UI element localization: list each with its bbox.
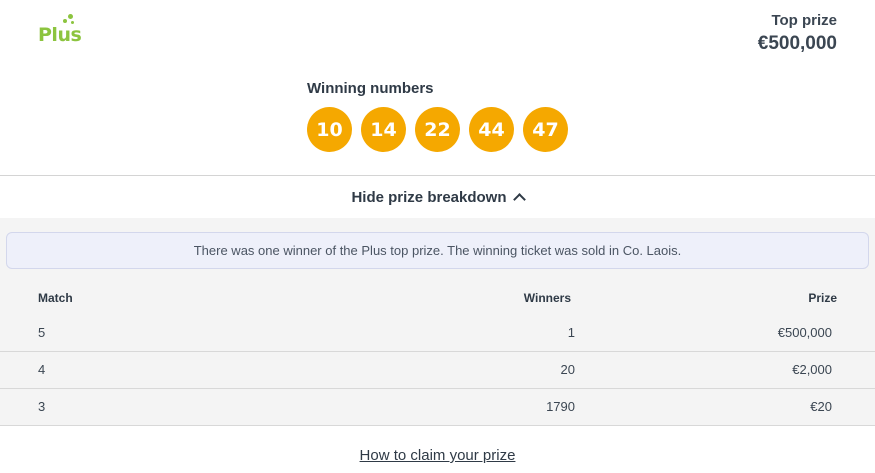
match-cell: 5 bbox=[38, 325, 46, 340]
chevron-up-icon bbox=[512, 193, 526, 206]
column-header-prize: Prize bbox=[808, 291, 837, 305]
match-cell: 4 bbox=[38, 362, 46, 377]
logo-dot bbox=[63, 19, 67, 23]
logo-dot bbox=[68, 14, 73, 19]
winners-cell: 1790 bbox=[546, 399, 575, 414]
prize-cell: €500,000 bbox=[777, 325, 832, 340]
table-row: 3 1790 €20 bbox=[0, 389, 875, 426]
plus-logo: Plus bbox=[38, 14, 86, 46]
number-ball: 14 bbox=[361, 107, 406, 152]
column-header-match: Match bbox=[38, 291, 73, 305]
top-prize-value: €500,000 bbox=[757, 33, 837, 54]
hide-prize-breakdown-button[interactable]: Hide prize breakdown bbox=[0, 176, 875, 218]
table-row: 4 20 €2,000 bbox=[0, 352, 875, 389]
winning-numbers-label: Winning numbers bbox=[307, 80, 434, 97]
row-divider bbox=[0, 425, 875, 426]
prize-cell: €2,000 bbox=[792, 362, 832, 377]
number-ball: 44 bbox=[469, 107, 514, 152]
number-ball: 47 bbox=[523, 107, 568, 152]
match-cell: 3 bbox=[38, 399, 46, 414]
logo-text: Plus bbox=[38, 24, 82, 46]
prize-cell: €20 bbox=[810, 399, 832, 414]
winner-notice: There was one winner of the Plus top pri… bbox=[6, 232, 869, 269]
prize-breakdown-panel: There was one winner of the Plus top pri… bbox=[0, 218, 875, 425]
winners-cell: 20 bbox=[560, 362, 575, 377]
number-ball: 10 bbox=[307, 107, 352, 152]
top-prize: Top prize €500,000 bbox=[758, 12, 837, 55]
table-row: 5 1 €500,000 bbox=[0, 315, 875, 352]
column-header-winners: Winners bbox=[523, 291, 571, 305]
winning-numbers: 10 14 22 44 47 bbox=[307, 107, 568, 152]
how-to-claim-link[interactable]: How to claim your prize bbox=[0, 447, 875, 464]
winners-cell: 1 bbox=[567, 325, 575, 340]
number-ball: 22 bbox=[415, 107, 460, 152]
toggle-label: Hide prize breakdown bbox=[351, 188, 507, 206]
top-prize-label: Top prize bbox=[771, 12, 837, 29]
